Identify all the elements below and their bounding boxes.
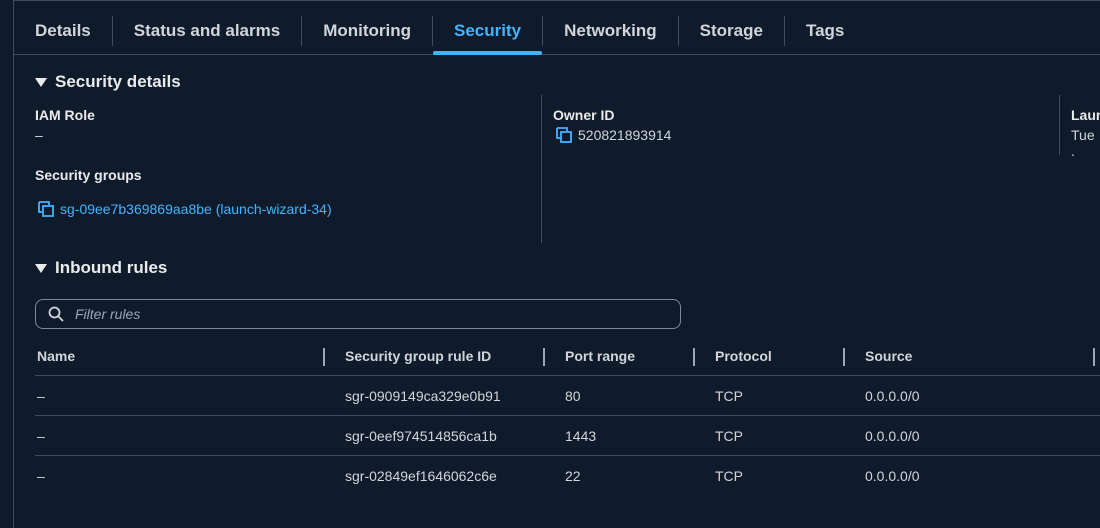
tab-networking[interactable]: Networking — [543, 8, 678, 54]
cell-rule-id: sgr-0909149ca329e0b91 — [345, 387, 501, 404]
column-divider — [1059, 95, 1060, 155]
copy-icon[interactable] — [556, 127, 572, 143]
column-resize-handle[interactable] — [693, 348, 695, 366]
cell-protocol: TCP — [715, 467, 743, 484]
column-resize-handle[interactable] — [543, 348, 545, 366]
column-header-port-range[interactable]: Port range — [565, 337, 635, 375]
column-header-name[interactable]: Name — [37, 337, 75, 375]
table-row: – sgr-02849ef1646062c6e 22 TCP 0.0.0.0/0 — [35, 456, 1100, 495]
column-resize-handle[interactable] — [1093, 348, 1095, 366]
owner-id-row: 520821893914 — [556, 127, 671, 143]
launch-time-label: Laun — [1071, 107, 1100, 123]
cell-name: – — [37, 427, 45, 444]
cell-source: 0.0.0.0/0 — [865, 387, 920, 404]
iam-role-label: IAM Role — [35, 107, 95, 123]
tab-monitoring[interactable]: Monitoring — [302, 8, 432, 54]
security-group-row: sg-09ee7b369869aa8be (launch-wizard-34) — [38, 201, 332, 217]
cell-source: 0.0.0.0/0 — [865, 467, 920, 484]
copy-icon[interactable] — [38, 201, 54, 217]
tab-status-and-alarms[interactable]: Status and alarms — [113, 8, 301, 54]
search-icon — [48, 306, 64, 322]
column-header-rule-id[interactable]: Security group rule ID — [345, 337, 491, 375]
column-resize-handle[interactable] — [323, 348, 325, 366]
security-group-link[interactable]: sg-09ee7b369869aa8be (launch-wizard-34) — [60, 201, 332, 217]
table-row: – sgr-0909149ca329e0b91 80 TCP 0.0.0.0/0 — [35, 376, 1100, 416]
tab-details[interactable]: Details — [14, 8, 112, 54]
column-header-source[interactable]: Source — [865, 337, 912, 375]
caret-down-icon — [35, 263, 47, 273]
security-groups-label: Security groups — [35, 167, 142, 183]
cell-protocol: TCP — [715, 387, 743, 404]
cell-source: 0.0.0.0/0 — [865, 427, 920, 444]
cell-name: – — [37, 387, 45, 404]
column-resize-handle[interactable] — [843, 348, 845, 366]
owner-id-label: Owner ID — [553, 107, 615, 123]
cell-port-range: 80 — [565, 387, 581, 404]
cell-protocol: TCP — [715, 427, 743, 444]
caret-down-icon — [35, 77, 47, 87]
inbound-rules-toggle[interactable]: Inbound rules — [35, 258, 167, 278]
launch-time-value: Tue . — [1071, 127, 1095, 159]
tab-bar: Details Status and alarms Monitoring Sec… — [14, 8, 1100, 55]
table-header: Name Security group rule ID Port range P… — [35, 337, 1100, 376]
cell-name: – — [37, 467, 45, 484]
security-details-toggle[interactable]: Security details — [35, 72, 181, 92]
tab-storage[interactable]: Storage — [679, 8, 784, 54]
instance-details-panel: Details Status and alarms Monitoring Sec… — [13, 0, 1100, 528]
owner-id-value: 520821893914 — [578, 127, 672, 143]
filter-rules-field[interactable] — [35, 299, 681, 329]
iam-role-value: – — [35, 127, 43, 143]
tab-security[interactable]: Security — [433, 8, 543, 55]
filter-rules-input[interactable] — [73, 305, 637, 323]
inbound-rules-title: Inbound rules — [55, 258, 168, 277]
table-row: – sgr-0eef974514856ca1b 1443 TCP 0.0.0.0… — [35, 416, 1100, 456]
security-details-title: Security details — [55, 72, 181, 91]
tab-tags[interactable]: Tags — [785, 8, 865, 54]
cell-port-range: 1443 — [565, 427, 597, 444]
cell-port-range: 22 — [565, 467, 581, 484]
inbound-rules-table: Name Security group rule ID Port range P… — [35, 337, 1100, 495]
column-divider — [541, 95, 542, 243]
cell-rule-id: sgr-02849ef1646062c6e — [345, 467, 497, 484]
column-header-protocol[interactable]: Protocol — [715, 337, 772, 375]
cell-rule-id: sgr-0eef974514856ca1b — [345, 427, 497, 444]
